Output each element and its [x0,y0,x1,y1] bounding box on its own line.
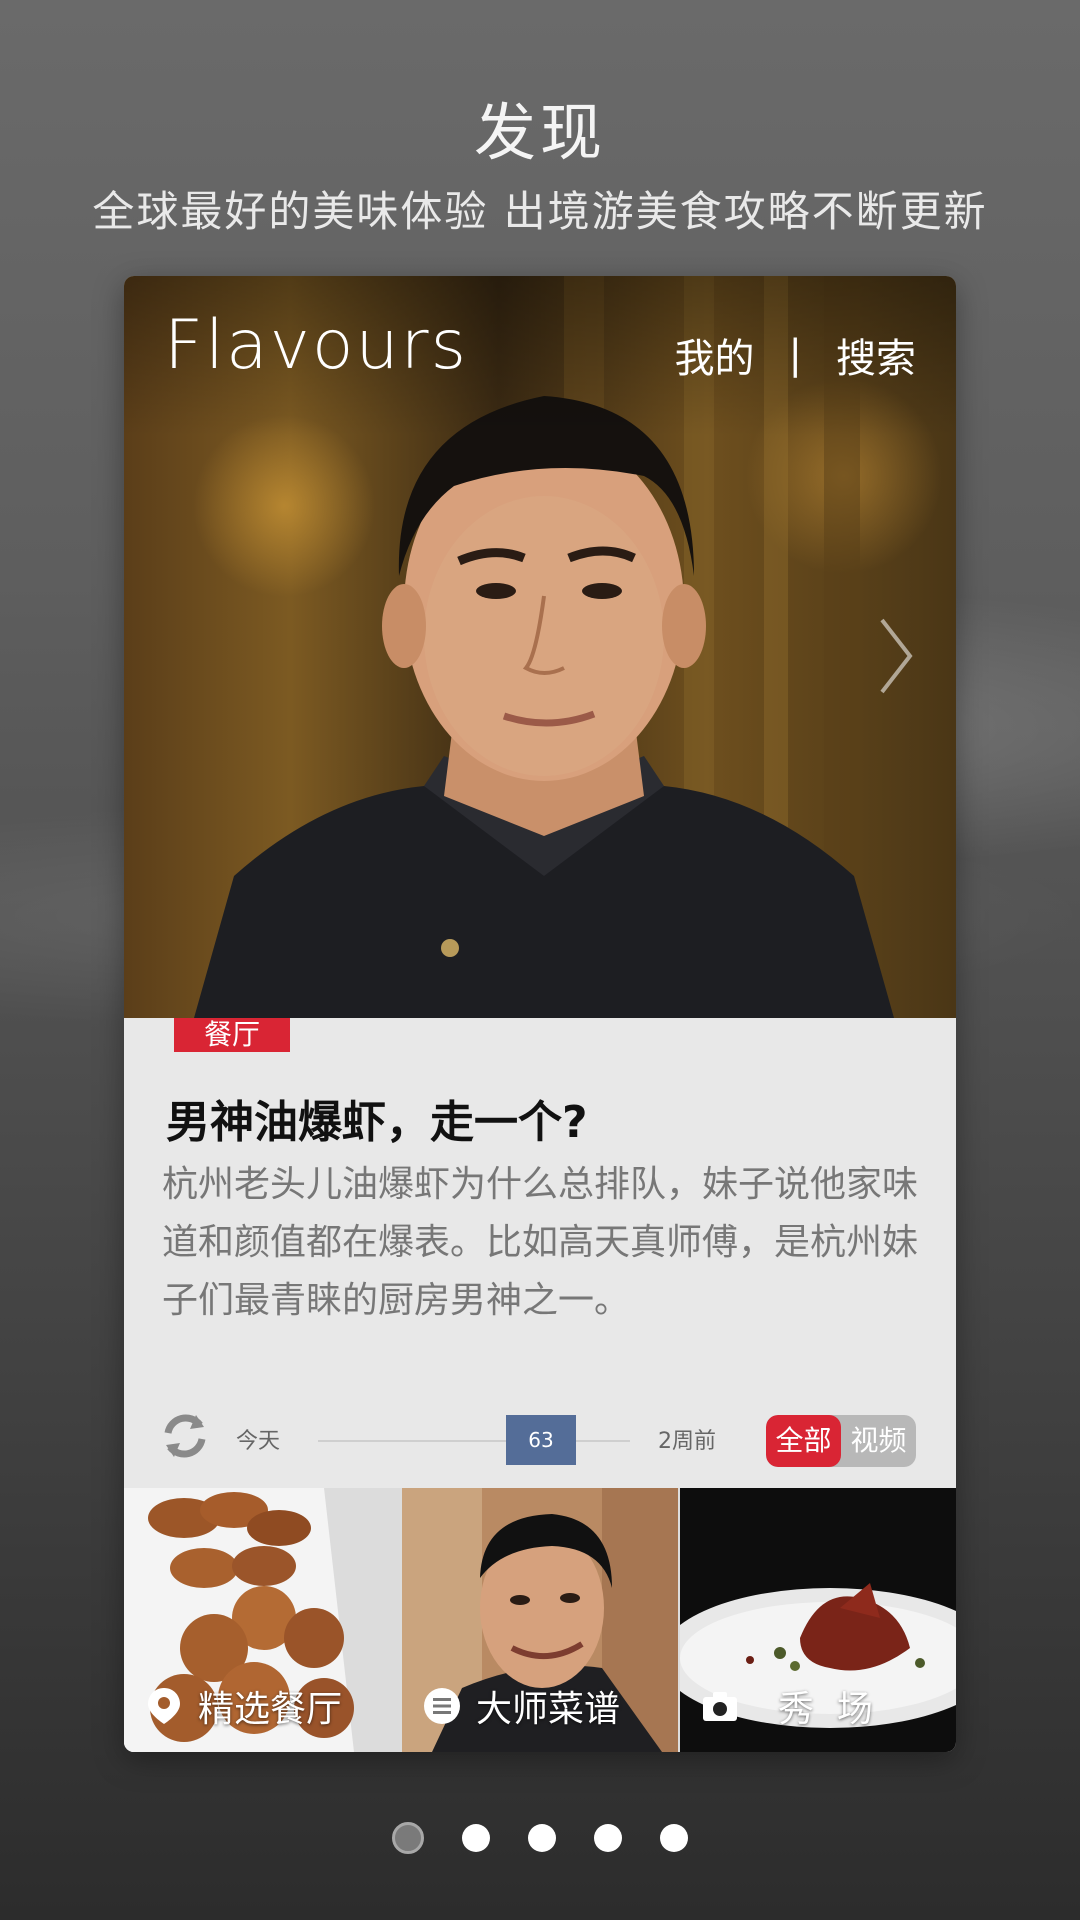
timeline-slider-thumb[interactable]: 63 [506,1415,576,1465]
filter-toggle[interactable]: 全部 视频 [766,1415,916,1467]
timeline-end-label: 2周前 [658,1429,716,1454]
timeline-track[interactable] [318,1440,630,1442]
article-summary: 杭州老头儿油爆虾为什么总排队，妹子说他家味道和颜值都在爆表。比如高天真师傅，是杭… [162,1164,919,1321]
page-title: 发现 [473,96,606,169]
hero-image[interactable]: Flavours 我的 | 搜索 [124,276,956,1018]
page-dot-4[interactable] [594,1824,622,1852]
tile-text-recipes: 大师菜谱 [476,1689,621,1730]
search-link[interactable]: 搜索 [836,326,916,384]
timeline-bar: 今天 63 2周前 全部 视频 [124,1401,956,1481]
page-dot-2[interactable] [462,1824,490,1852]
category-tag[interactable]: 餐厅 [174,1018,290,1052]
tile-label-showcase: 秀 场 [700,1680,873,1732]
page-dot-1[interactable] [392,1822,424,1854]
camera-icon [703,1692,737,1721]
nav-separator: | [788,332,802,378]
chevron-right-icon[interactable] [876,616,916,696]
category-tiles: 精选餐厅 大师菜谱 秀 场 [124,1488,956,1752]
top-nav: 我的 | 搜索 [675,326,916,384]
filter-video-button[interactable]: 视频 [841,1415,916,1467]
filter-all-button[interactable]: 全部 [766,1415,841,1467]
timeline-start-label: 今天 [236,1429,281,1454]
tile-text-showcase: 秀 场 [778,1689,873,1730]
page-subtitle: 全球最好的美味体验 出境游美食攻略不断更新 [92,187,988,236]
menu-list-icon [424,1688,460,1724]
tile-restaurants[interactable]: 精选餐厅 [124,1488,400,1752]
tile-label-recipes: 大师菜谱 [422,1680,620,1732]
page-dot-5[interactable] [660,1824,688,1852]
article-title[interactable]: 男神油爆虾，走一个? [166,1086,588,1150]
tile-showcase[interactable]: 秀 场 [680,1488,956,1752]
tile-label-restaurants: 精选餐厅 [144,1680,342,1732]
location-pin-icon [148,1688,180,1724]
page-indicator [0,1822,1080,1854]
tile-text-restaurants: 精选餐厅 [198,1689,343,1730]
tile-recipes[interactable]: 大师菜谱 [402,1488,678,1752]
feature-card[interactable]: Flavours 我的 | 搜索 餐厅 男神油爆虾，走一个? 杭州老头儿油爆虾为… [124,276,956,1752]
page-dot-3[interactable] [528,1824,556,1852]
brand-logo: Flavours [164,306,469,385]
refresh-icon[interactable] [158,1409,212,1463]
mine-link[interactable]: 我的 [675,326,755,384]
